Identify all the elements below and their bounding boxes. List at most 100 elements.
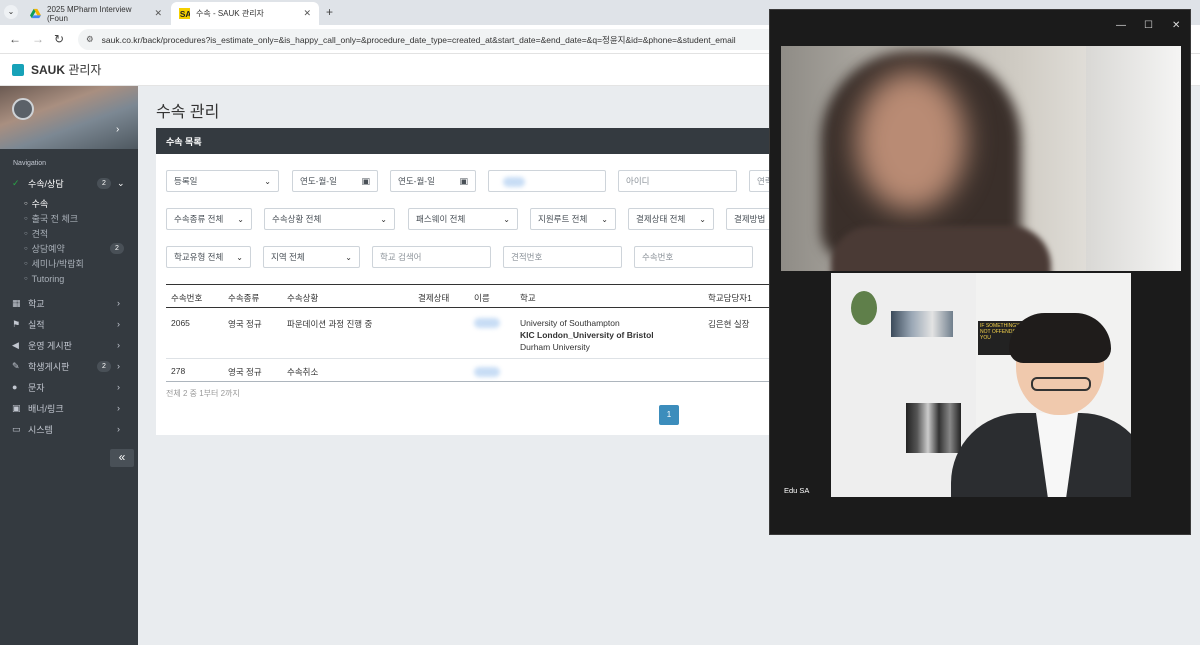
column-header[interactable]: 학교 [520,292,536,304]
subitem-procedures[interactable]: 수속 [24,196,49,211]
chevron-right-icon: › [117,298,120,308]
megaphone-icon: ◀ [12,339,19,350]
procedure-number-input[interactable]: 수속번호 [634,246,753,268]
avatar[interactable] [12,98,34,120]
end-date-input[interactable]: 연도-월-일 ▣ [390,170,476,192]
procedure-number[interactable]: 278 [171,366,185,376]
input-placeholder: 아이디 [626,176,650,186]
forward-arrow-icon[interactable]: → [32,32,44,46]
chat-icon: ● [12,382,18,392]
video-call-window[interactable]: — ☐ ✕ IF SOMETHING'S NOT OFFENDS YOU Edu… [769,9,1191,535]
procedures-card: 수속 목록 등록일 ⌄ 연도-월-일 ▣ 연도-월-일 ▣ 아이디 연락 수속종류 전… [156,128,770,435]
id-input[interactable]: 아이디 [618,170,737,192]
count-badge: 2 [110,243,124,254]
sidebar-item-ops-board[interactable]: ◀ 운영 게시판 › [0,335,138,355]
subitem-tutoring[interactable]: Tutoring [24,271,65,286]
sidebar-item-sms[interactable]: ● 문자 › [0,377,138,397]
sidebar-item-school[interactable]: ▦ 학교 › [0,293,138,313]
collapse-sidebar-button[interactable]: « [110,449,134,467]
sidebar-item-procedures[interactable]: ✓ 수속/상담 2 ⌄ [0,173,138,193]
column-header[interactable]: 수속상황 [287,292,318,304]
column-header[interactable]: 이름 [474,292,490,304]
subitem-estimate[interactable]: 견적 [24,226,49,241]
school-icon: ▦ [12,297,21,308]
school-search-input[interactable]: 학교 검색어 [372,246,491,268]
participant-video-1[interactable] [781,46,1181,271]
user-panel[interactable]: › [0,86,138,149]
calendar-icon[interactable]: ▣ [361,176,370,187]
blurred-name[interactable] [474,318,500,328]
sidebar-item-label: 배너/링크 [28,403,64,414]
blurred-name[interactable] [474,367,500,377]
subitem-seminar[interactable]: 세미나/박람회 [24,256,84,271]
calendar-icon[interactable]: ▣ [459,176,468,187]
estimate-number-input[interactable]: 견적번호 [503,246,622,268]
pathway-select[interactable]: 패스웨이 전체 ⌄ [408,208,518,230]
payment-method-select[interactable]: 결제방법 [726,208,770,230]
column-header[interactable]: 학교담당자1 [708,292,752,304]
tab-list-chevron-icon[interactable]: ⌄ [4,5,18,19]
school-name-bold: KIC London_University of Bristol [520,330,654,340]
maximize-icon[interactable]: ☐ [1144,20,1153,31]
column-header[interactable]: 결제상태 [418,292,449,304]
procedure-type-select[interactable]: 수속종류 전체 ⌄ [166,208,252,230]
chevron-down-icon: ⌄ [236,252,243,262]
procedure-number[interactable]: 2065 [171,318,190,328]
reload-icon[interactable]: ↻ [54,32,64,46]
route-select[interactable]: 지원루트 전체 ⌄ [530,208,616,230]
procedure-status-select[interactable]: 수속상황 전체 ⌄ [264,208,395,230]
sidebar-item-performance[interactable]: ⚑ 실적 › [0,314,138,334]
ad-icon: ▣ [12,402,21,413]
close-tab-icon[interactable]: ✕ [154,8,162,19]
school-type-select[interactable]: 학교유형 전체 ⌄ [166,246,251,268]
close-tab-icon[interactable]: ✕ [303,8,311,19]
pagination-page-1[interactable]: 1 [659,405,679,425]
subitem-departure-check[interactable]: 출국 전 체크 [24,211,78,226]
chevron-right-icon: › [117,403,120,413]
site-info-icon[interactable]: ⚙ [86,34,94,45]
books [906,403,961,453]
chevron-right-icon: › [117,424,120,434]
select-value: 결제상태 전체 [636,214,686,224]
payment-status-select[interactable]: 결제상태 전체 ⌄ [628,208,714,230]
chevron-down-icon: ⌄ [117,177,125,188]
sidebar-item-label: 문자 [28,382,45,393]
brand-title[interactable]: SAUK 관리자 [31,61,101,78]
person-hair [1009,313,1111,363]
sidebar-item-system[interactable]: ▭ 시스템 › [0,419,138,439]
sauk-logo-icon [12,63,24,76]
minimize-icon[interactable]: — [1116,20,1126,31]
row-divider [166,381,770,382]
procedure-type: 영국 정규 [228,319,262,329]
name-search-input[interactable] [488,170,606,192]
browser-tab-sauk[interactable]: SA 수속 - SAUK 관리자 ✕ [171,2,319,25]
url-field[interactable]: ⚙ sauk.co.kr/back/procedures?is_estimate… [78,29,778,50]
new-tab-button[interactable]: + [326,5,333,19]
nav-heading: Navigation [13,160,47,167]
participant-video-2[interactable]: IF SOMETHING'S NOT OFFENDS YOU [831,273,1131,497]
chevron-down-icon: ⌄ [237,214,244,224]
chevron-right-icon: › [117,382,120,392]
sidebar-item-banner[interactable]: ▣ 배너/링크 › [0,398,138,418]
card-title: 수속 목록 [156,128,770,154]
count-badge: 2 [97,177,111,189]
subitem-consult-booking[interactable]: 상담예약 2 [24,241,134,256]
chevron-right-icon[interactable]: › [116,124,119,135]
date-type-select[interactable]: 등록일 ⌄ [166,170,279,192]
sidebar: › Navigation ✓ 수속/상담 2 ⌄ 수속 출국 전 체크 견적 상… [0,86,138,645]
chevron-down-icon: ⌄ [345,252,352,262]
select-value: 지역 전체 [271,252,305,262]
browser-tab-interview[interactable]: 2025 MPharm Interview (Foun ✕ [22,2,170,25]
sidebar-item-label: 시스템 [28,424,53,435]
pencil-icon: ✎ [12,360,20,371]
subitem-label: 상담예약 [31,244,65,254]
phone-input[interactable]: 연락 [749,170,770,192]
close-window-icon[interactable]: ✕ [1172,20,1180,31]
column-header[interactable]: 수속번호 [171,292,202,304]
table-header: 수속번호 수속종류 수속상황 결제상태 이름 학교 학교담당자1 [166,284,770,308]
column-header[interactable]: 수속종류 [228,292,259,304]
back-arrow-icon[interactable]: ← [9,32,21,46]
region-select[interactable]: 지역 전체 ⌄ [263,246,360,268]
start-date-input[interactable]: 연도-월-일 ▣ [292,170,378,192]
sidebar-item-student-board[interactable]: ✎ 학생게시판 2 › [0,356,138,376]
